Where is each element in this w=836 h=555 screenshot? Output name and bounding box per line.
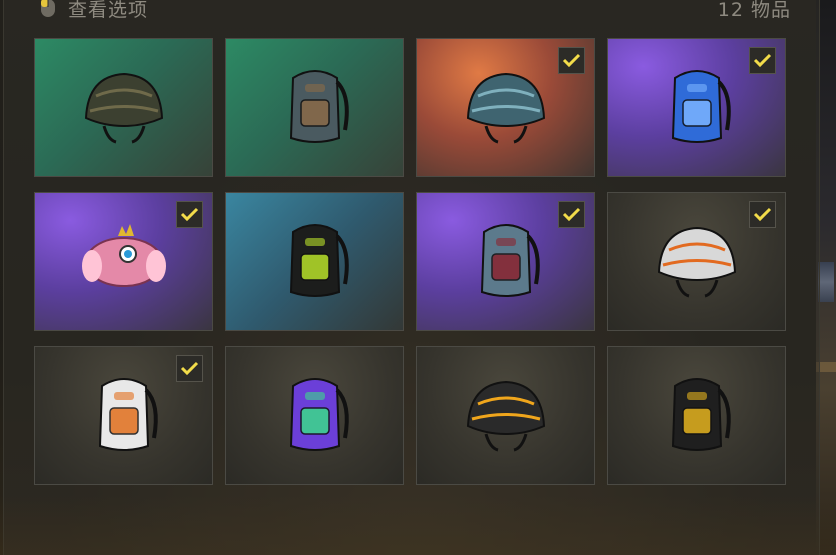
helmet-icon bbox=[456, 364, 556, 468]
panel-header: 查看选项 12 物品 bbox=[4, 0, 819, 22]
checkmark-icon[interactable] bbox=[558, 47, 585, 74]
checkmark-icon[interactable] bbox=[176, 201, 203, 228]
helmet-icon bbox=[456, 56, 556, 160]
item-tile-helmet-white-visor[interactable] bbox=[607, 192, 786, 331]
item-tile-backpack-purple-green[interactable] bbox=[225, 346, 404, 485]
backpack-icon bbox=[265, 56, 365, 160]
item-tile-backpack-white-orange[interactable] bbox=[34, 346, 213, 485]
checkmark-icon[interactable] bbox=[749, 47, 776, 74]
hat-icon bbox=[74, 210, 174, 314]
item-panel: 查看选项 12 物品 bbox=[3, 0, 820, 555]
helmet-icon bbox=[74, 56, 174, 160]
item-tile-backpack-black-lime[interactable] bbox=[225, 192, 404, 331]
backpack-icon bbox=[265, 210, 365, 314]
checkmark-icon[interactable] bbox=[176, 355, 203, 382]
item-tile-bunny-hat-pink[interactable] bbox=[34, 192, 213, 331]
item-tile-backpack-shark[interactable] bbox=[416, 192, 595, 331]
mouse-icon bbox=[41, 0, 55, 17]
checkmark-icon[interactable] bbox=[749, 201, 776, 228]
item-tile-helmet-black-yellow[interactable] bbox=[416, 346, 595, 485]
panel-title: 查看选项 bbox=[68, 0, 149, 21]
backpack-icon bbox=[74, 364, 174, 468]
bottom-fog bbox=[0, 495, 836, 555]
backpack-icon bbox=[647, 364, 747, 468]
item-tile-helmet-level3-cracked[interactable] bbox=[416, 38, 595, 177]
backpack-icon bbox=[456, 210, 556, 314]
item-tile-backpack-black-yellow[interactable] bbox=[607, 346, 786, 485]
checkmark-icon[interactable] bbox=[558, 201, 585, 228]
item-count: 12 物品 bbox=[717, 0, 791, 21]
helmet-icon bbox=[647, 210, 747, 314]
backpack-icon bbox=[265, 364, 365, 468]
item-tile-helmet-net[interactable] bbox=[34, 38, 213, 177]
backpack-icon bbox=[647, 56, 747, 160]
item-tile-backpack-rusty[interactable] bbox=[225, 38, 404, 177]
item-tile-backpack-blue-camo[interactable] bbox=[607, 38, 786, 177]
